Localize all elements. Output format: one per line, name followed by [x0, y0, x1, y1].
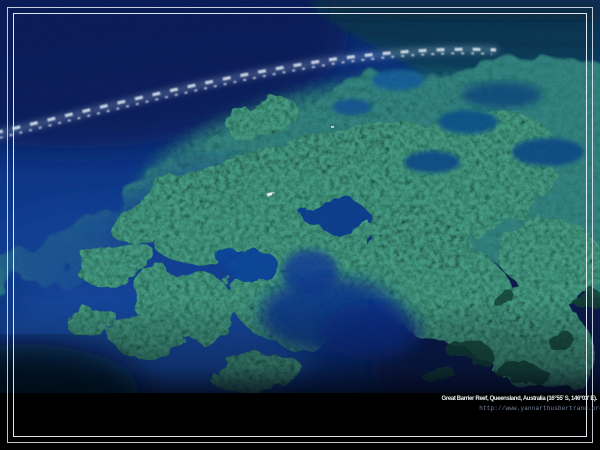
photo-credit-url: http://www.yannarthusbertrand.org: [442, 405, 600, 414]
photo-caption: Great Barrier Reef, Queensland, Australi…: [442, 395, 600, 413]
caption-title: Great Barrier Reef, Queensland, Australi…: [442, 395, 600, 404]
reef-photo: [0, 0, 600, 396]
wallpaper-screenshot: Great Barrier Reef, Queensland, Australi…: [0, 0, 600, 450]
